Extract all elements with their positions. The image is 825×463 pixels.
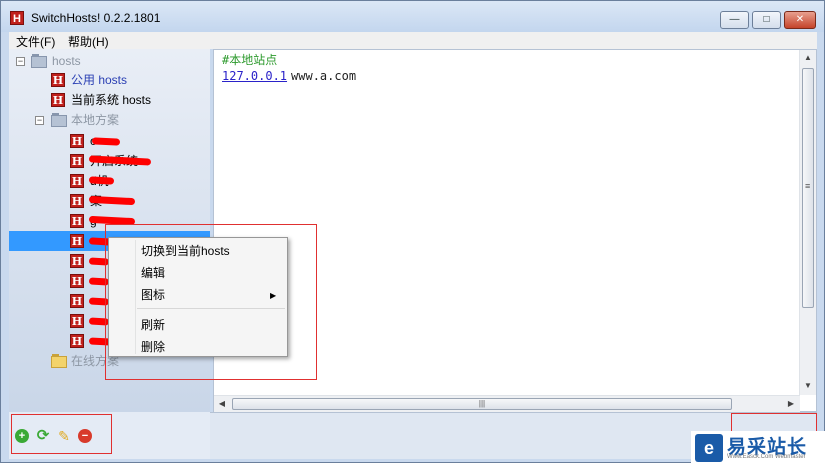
code-comment: #本地站点: [222, 53, 278, 67]
tree-item-current-system[interactable]: H 当前系统 hosts: [9, 90, 209, 110]
folder-icon: [51, 113, 67, 127]
editor-content[interactable]: #本地站点 127.0.0.1 www.a.com: [222, 52, 356, 84]
minimize-button[interactable]: —: [720, 11, 749, 29]
horizontal-scroll-thumb[interactable]: |||: [232, 398, 732, 410]
vertical-scrollbar[interactable]: ▲ ≡ ▼: [799, 50, 816, 395]
hosts-file-icon: H: [70, 294, 84, 308]
menu-file[interactable]: 文件(F): [16, 33, 55, 50]
menu-bar: 文件(F) 帮助(H): [9, 32, 817, 49]
tree-label: 本地方案: [71, 113, 120, 127]
app-logo-icon: H: [10, 11, 24, 25]
window-title: SwitchHosts! 0.2.2.1801: [31, 11, 161, 25]
tree-label: 公用 hosts: [71, 73, 128, 87]
scroll-down-icon[interactable]: ▼: [800, 378, 816, 394]
redaction-mark: [88, 176, 115, 185]
collapse-icon[interactable]: −: [16, 57, 25, 66]
hosts-file-icon: H: [51, 73, 65, 87]
hosts-file-icon: H: [70, 314, 84, 328]
hosts-file-icon: H: [70, 274, 84, 288]
code-line: #本地站点: [222, 52, 356, 68]
hosts-file-icon: H: [70, 234, 84, 248]
hosts-file-icon: H: [70, 254, 84, 268]
hosts-file-icon: H: [70, 174, 84, 188]
scroll-left-icon[interactable]: ◀: [214, 396, 230, 412]
hosts-file-icon: H: [70, 134, 84, 148]
menu-help[interactable]: 帮助(H): [68, 33, 109, 50]
horizontal-scrollbar[interactable]: ◀ ||| ▶: [214, 395, 800, 412]
tree-item-local[interactable]: H c: [9, 131, 209, 151]
folder-icon: [51, 354, 67, 368]
grip-icon: ≡: [805, 181, 811, 191]
folder-icon: [31, 54, 47, 68]
watermark: e 易采站长站 Www.Easck.Com Webmaster: [691, 431, 825, 463]
annotation-box-toolbar: [11, 414, 112, 454]
code-line: 127.0.0.1 www.a.com: [222, 68, 356, 84]
hosts-file-icon: H: [70, 214, 84, 228]
tree-item-local[interactable]: H d机: [9, 171, 209, 191]
vertical-scroll-thumb[interactable]: ≡: [802, 68, 814, 308]
redaction-mark: [91, 137, 121, 146]
hosts-file-icon: H: [70, 154, 84, 168]
annotation-box-context-menu: [105, 224, 317, 380]
tree-label: 当前系统 hosts: [71, 93, 152, 107]
app-window: H SwitchHosts! 0.2.2.1801 — □ ✕ 文件(F) 帮助…: [0, 0, 825, 463]
hosts-file-icon: H: [70, 334, 84, 348]
tree-group-local[interactable]: − 本地方案: [9, 110, 209, 130]
code-hostname: www.a.com: [291, 69, 357, 83]
tree-item-local[interactable]: H 案: [9, 191, 209, 211]
scroll-up-icon[interactable]: ▲: [800, 50, 816, 66]
maximize-button[interactable]: □: [752, 11, 781, 29]
watermark-logo-icon: e: [695, 434, 723, 462]
watermark-subtext: Www.Easck.Com Webmaster: [727, 454, 806, 460]
tree-item-public-hosts[interactable]: H 公用 hosts: [9, 70, 209, 90]
tree-label: hosts: [52, 54, 81, 68]
hosts-file-icon: H: [51, 93, 65, 107]
tree-item-local[interactable]: H 开启系统: [9, 151, 209, 171]
code-ip-address[interactable]: 127.0.0.1: [222, 69, 287, 83]
collapse-icon[interactable]: −: [35, 116, 44, 125]
scroll-right-icon[interactable]: ▶: [783, 396, 799, 412]
close-button[interactable]: ✕: [784, 11, 816, 29]
title-bar[interactable]: H SwitchHosts! 0.2.2.1801 — □ ✕: [1, 1, 824, 32]
tree-root-hosts[interactable]: − hosts: [9, 51, 209, 71]
hosts-file-icon: H: [70, 194, 84, 208]
